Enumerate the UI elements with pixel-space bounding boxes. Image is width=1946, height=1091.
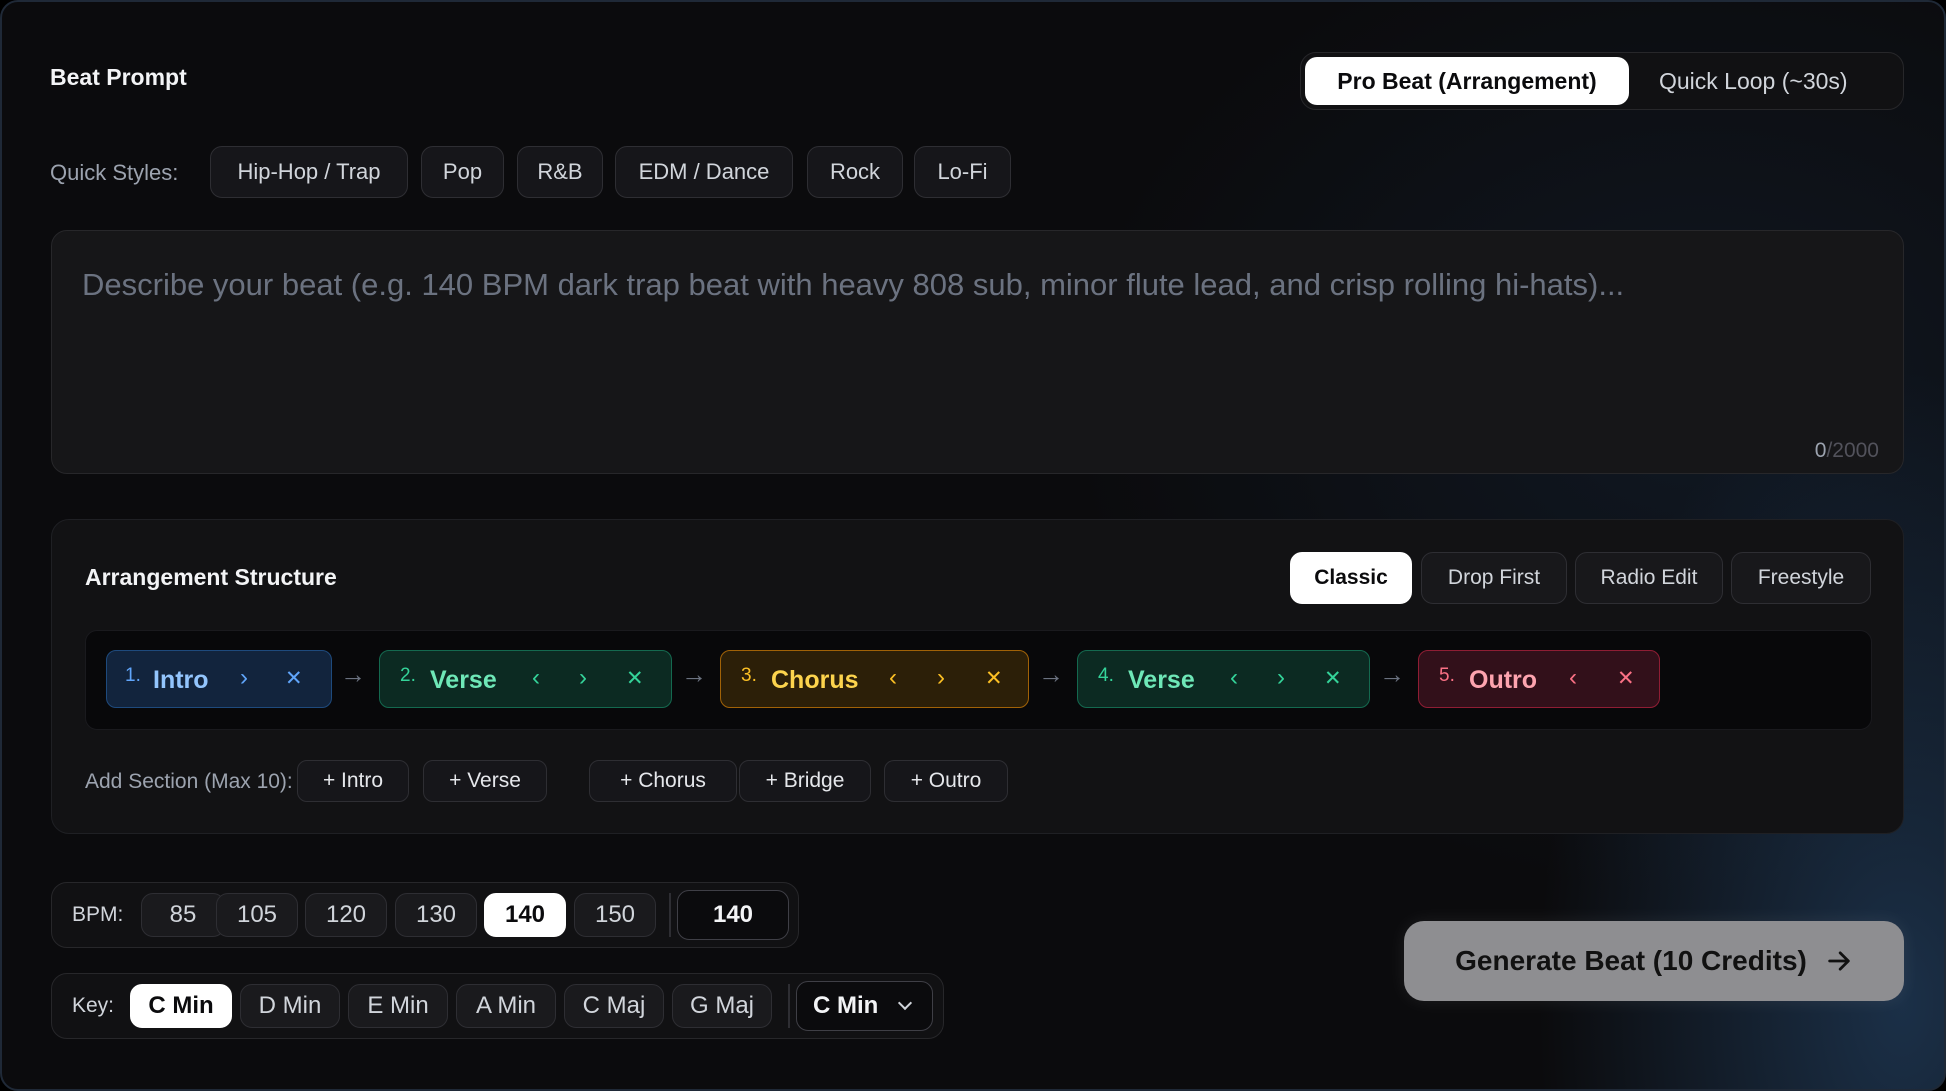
preset-drop-first[interactable]: Drop First [1421, 552, 1567, 604]
arrangement-track: 1. Intro › ✕ → 2. Verse ‹ › ✕ → 3. Choru… [85, 630, 1872, 730]
section-outro[interactable]: 5. Outro ‹ ✕ [1418, 650, 1660, 708]
remove-icon[interactable]: ✕ [285, 666, 303, 691]
style-chip-rnb[interactable]: R&B [517, 146, 603, 198]
preset-radio-edit[interactable]: Radio Edit [1575, 552, 1723, 604]
section-name: Outro [1469, 666, 1538, 694]
style-chip-rock[interactable]: Rock [807, 146, 903, 198]
move-left-icon[interactable]: ‹ [1569, 664, 1577, 692]
style-chip-lofi[interactable]: Lo-Fi [914, 146, 1011, 198]
key-option-a-min[interactable]: A Min [456, 984, 556, 1028]
divider [669, 893, 671, 937]
section-number: 2. [400, 665, 416, 686]
section-intro[interactable]: 1. Intro › ✕ [106, 650, 332, 708]
style-chip-pop[interactable]: Pop [421, 146, 504, 198]
flow-arrow-icon: → [1379, 659, 1405, 689]
character-count: 0/2000 [1814, 439, 1879, 462]
move-right-icon[interactable]: › [1277, 664, 1285, 692]
mode-quick-loop[interactable]: Quick Loop (~30s) [1635, 57, 1872, 105]
bpm-option-85[interactable]: 85 [141, 893, 225, 937]
bpm-option-130[interactable]: 130 [395, 893, 477, 937]
arrow-right-icon [1828, 951, 1850, 971]
bpm-option-105[interactable]: 105 [216, 893, 298, 937]
add-verse-button[interactable]: + Verse [423, 760, 547, 802]
move-left-icon[interactable]: ‹ [1230, 664, 1238, 692]
add-chorus-button[interactable]: + Chorus [589, 760, 737, 802]
quick-styles-label: Quick Styles: [50, 160, 179, 185]
section-number: 4. [1098, 665, 1114, 686]
section-number: 1. [125, 665, 141, 686]
remove-icon[interactable]: ✕ [626, 666, 644, 691]
remove-icon[interactable]: ✕ [1324, 666, 1342, 691]
style-chip-edm[interactable]: EDM / Dance [615, 146, 793, 198]
arrangement-title: Arrangement Structure [85, 564, 337, 590]
add-bridge-button[interactable]: + Bridge [739, 760, 871, 802]
add-intro-button[interactable]: + Intro [297, 760, 409, 802]
flow-arrow-icon: → [1038, 659, 1064, 689]
section-verse[interactable]: 4. Verse ‹ › ✕ [1077, 650, 1370, 708]
key-option-e-min[interactable]: E Min [348, 984, 448, 1028]
section-number: 5. [1439, 665, 1455, 686]
bpm-option-140[interactable]: 140 [484, 893, 566, 937]
flow-arrow-icon: → [681, 659, 707, 689]
key-option-d-min[interactable]: D Min [240, 984, 340, 1028]
chevron-down-icon [897, 995, 913, 1011]
style-chip-hiphop[interactable]: Hip-Hop / Trap [210, 146, 408, 198]
section-number: 3. [741, 665, 757, 686]
section-verse[interactable]: 2. Verse ‹ › ✕ [379, 650, 672, 708]
move-right-icon[interactable]: › [937, 664, 945, 692]
arrangement-structure-card: Arrangement Structure Classic Drop First… [51, 519, 1904, 834]
mode-toggle: Pro Beat (Arrangement) Quick Loop (~30s) [1300, 52, 1904, 110]
add-section-label: Add Section (Max 10): [85, 770, 293, 793]
bpm-selector: BPM: 85 105 120 130 140 150 140 [51, 882, 799, 948]
section-chorus[interactable]: 3. Chorus ‹ › ✕ [720, 650, 1029, 708]
generate-label: Generate Beat (10 Credits) [1455, 945, 1807, 976]
remove-icon[interactable]: ✕ [985, 666, 1003, 691]
prompt-placeholder: Describe your beat (e.g. 140 BPM dark tr… [82, 267, 1625, 302]
section-name: Intro [153, 666, 209, 694]
section-name: Verse [1128, 666, 1195, 694]
bpm-option-120[interactable]: 120 [305, 893, 387, 937]
panel-title: Beat Prompt [50, 64, 187, 90]
beat-prompt-panel: Beat Prompt Pro Beat (Arrangement) Quick… [0, 0, 1946, 1091]
move-right-icon[interactable]: › [240, 664, 248, 692]
key-select-value: C Min [813, 992, 879, 1019]
bpm-option-150[interactable]: 150 [574, 893, 656, 937]
key-selector: Key: C Min D Min E Min A Min C Maj G Maj… [51, 973, 944, 1039]
section-name: Verse [430, 666, 497, 694]
key-option-c-maj[interactable]: C Maj [564, 984, 664, 1028]
move-left-icon[interactable]: ‹ [889, 664, 897, 692]
generate-beat-button[interactable]: Generate Beat (10 Credits) [1404, 921, 1904, 1001]
key-select[interactable]: C Min [796, 981, 933, 1031]
key-label: Key: [72, 994, 115, 1017]
move-right-icon[interactable]: › [579, 664, 587, 692]
bpm-label: BPM: [72, 903, 124, 926]
preset-freestyle[interactable]: Freestyle [1731, 552, 1871, 604]
section-name: Chorus [771, 666, 859, 694]
move-left-icon[interactable]: ‹ [532, 664, 540, 692]
preset-classic[interactable]: Classic [1290, 552, 1412, 604]
divider [788, 984, 790, 1028]
mode-pro-beat[interactable]: Pro Beat (Arrangement) [1305, 57, 1629, 105]
beat-description-input[interactable]: Describe your beat (e.g. 140 BPM dark tr… [51, 230, 1904, 474]
key-option-g-maj[interactable]: G Maj [672, 984, 772, 1028]
bpm-input[interactable]: 140 [677, 890, 789, 940]
flow-arrow-icon: → [340, 659, 366, 689]
remove-icon[interactable]: ✕ [1617, 666, 1635, 691]
add-outro-button[interactable]: + Outro [884, 760, 1008, 802]
key-option-c-min[interactable]: C Min [130, 984, 232, 1028]
